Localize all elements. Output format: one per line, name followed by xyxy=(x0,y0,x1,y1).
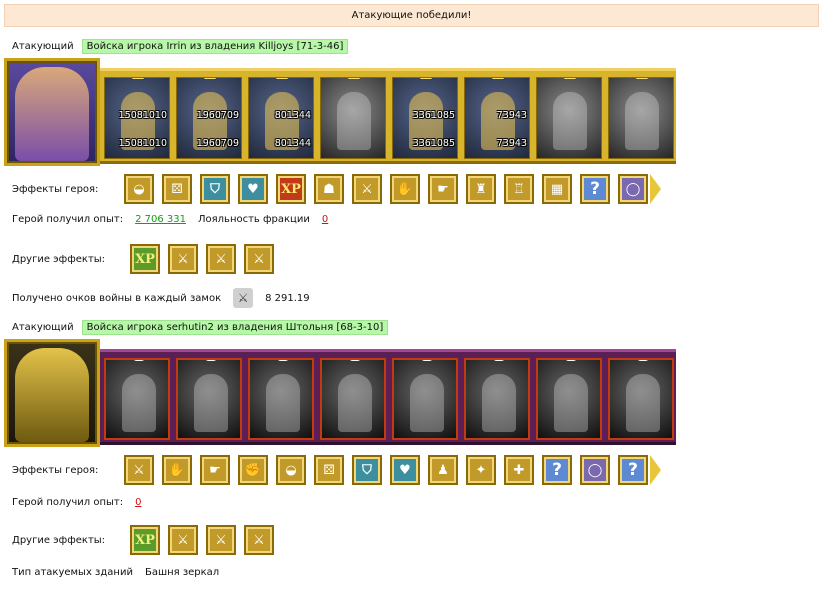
swords-icon: ⚔ xyxy=(233,288,254,308)
unit-slot[interactable] xyxy=(176,358,242,440)
building-type-value: Башня зеркал xyxy=(144,567,220,578)
sword-attack-icon[interactable]: ⚔ xyxy=(168,525,198,555)
loyalty-value[interactable]: 0 xyxy=(322,214,328,225)
unit-strip xyxy=(100,349,676,445)
sword-attack-icon[interactable]: ⚔ xyxy=(168,244,198,274)
xp-line: Герой получил опыт: 2 706 331 Лояльность… xyxy=(12,214,329,225)
result-banner: Атакующие победили! xyxy=(4,4,819,27)
xp-icon[interactable]: XP xyxy=(130,525,160,555)
side-label: Атакующий xyxy=(12,40,74,52)
question-icon[interactable]: ? xyxy=(580,174,610,204)
sword-attack-icon[interactable]: ⚔ xyxy=(244,525,274,555)
war-points-value: 8 291.19 xyxy=(265,292,310,304)
armor-icon[interactable]: ♟ xyxy=(428,455,458,485)
side-label: Атакующий xyxy=(12,321,74,333)
unit-slot[interactable] xyxy=(320,77,386,159)
handshake-icon[interactable]: ✋ xyxy=(162,455,192,485)
unit-slot[interactable] xyxy=(392,358,458,440)
dice-icon[interactable]: ⚄ xyxy=(162,174,192,204)
scroll-right-arrow[interactable] xyxy=(650,455,661,485)
hero-effects-label: Эффекты героя: xyxy=(12,183,99,195)
shield-heart-icon[interactable]: ♥ xyxy=(238,174,268,204)
hat-icon[interactable]: ◒ xyxy=(276,455,306,485)
hand-icon[interactable]: ☛ xyxy=(428,174,458,204)
army2-lineup xyxy=(4,337,676,449)
sword-attack-icon[interactable]: ⚔ xyxy=(206,244,236,274)
unit-slot[interactable]: 3361085 3361085 xyxy=(392,77,458,159)
sword-attack-icon[interactable]: ⚔ xyxy=(206,525,236,555)
shield-heart-icon[interactable]: ♥ xyxy=(390,455,420,485)
castle-icon[interactable]: ♖ xyxy=(504,174,534,204)
unit-slot[interactable] xyxy=(536,358,602,440)
hero-effects-row: Эффекты героя: ⚔ ✋ ☛ ✊ ◒ ⚄ ⛉ ♥ ♟ ✦ ✚ ? ◯… xyxy=(12,455,661,485)
xp-value[interactable]: 2 706 331 xyxy=(135,214,186,225)
fist-icon[interactable]: ✊ xyxy=(238,455,268,485)
tower-icon[interactable]: ♜ xyxy=(466,174,496,204)
question-icon[interactable]: ? xyxy=(542,455,572,485)
ring-icon[interactable]: ◯ xyxy=(618,174,648,204)
hand-icon[interactable]: ☛ xyxy=(200,455,230,485)
army-title: Войска игрока serhutin2 из владения Штол… xyxy=(81,319,389,335)
xp-icon[interactable]: XP xyxy=(130,244,160,274)
unit-slot[interactable]: 15081010 15081010 xyxy=(104,77,170,159)
army-title: Войска игрока Irrin из владения Killjoys… xyxy=(81,38,349,54)
unit-slot[interactable] xyxy=(320,358,386,440)
ring-icon[interactable]: ◯ xyxy=(580,455,610,485)
building-type-line: Тип атакуемых зданий Башня зеркал xyxy=(12,567,220,578)
fort-icon[interactable]: ▦ xyxy=(542,174,572,204)
sword-attack-icon[interactable]: ⚔ xyxy=(244,244,274,274)
army1-lineup: 15081010 15081010 1960709 1960709 801344 80… xyxy=(4,56,676,168)
other-effects-row: Другие эффекты: XP ⚔ ⚔ ⚔ xyxy=(12,244,274,274)
handshake-icon[interactable]: ✋ xyxy=(390,174,420,204)
star-icon[interactable]: ✦ xyxy=(466,455,496,485)
unit-slot[interactable] xyxy=(464,358,530,440)
unit-slot[interactable] xyxy=(608,358,674,440)
unit-slot[interactable]: 73943 73943 xyxy=(464,77,530,159)
unit-slot[interactable] xyxy=(536,77,602,159)
other-effects-row: Другие эффекты: XP ⚔ ⚔ ⚔ xyxy=(12,525,274,555)
xp-value[interactable]: 0 xyxy=(135,497,141,508)
hero-effects-row: Эффекты героя: ◒ ⚄ ⛉ ♥ XP ☗ ⚔ ✋ ☛ ♜ ♖ ▦ … xyxy=(12,174,661,204)
cross-icon[interactable]: ✚ xyxy=(504,455,534,485)
hat-icon[interactable]: ◒ xyxy=(124,174,154,204)
hero-portrait[interactable] xyxy=(4,339,100,447)
unit-slot[interactable]: 1960709 1960709 xyxy=(176,77,242,159)
army1-header: Атакующий Войска игрока Irrin из владени… xyxy=(12,38,349,54)
question-icon[interactable]: ? xyxy=(618,455,648,485)
sword-icon[interactable]: ⚔ xyxy=(352,174,382,204)
scroll-right-arrow[interactable] xyxy=(650,174,661,204)
unit-slot[interactable] xyxy=(248,358,314,440)
xp-icon[interactable]: XP xyxy=(276,174,306,204)
unit-strip: 15081010 15081010 1960709 1960709 801344 80… xyxy=(100,68,676,164)
unit-xp-icon[interactable]: ☗ xyxy=(314,174,344,204)
dice-icon[interactable]: ⚄ xyxy=(314,455,344,485)
unit-slot[interactable] xyxy=(608,77,674,159)
war-points-line: Получено очков войны в каждый замок ⚔ 8 … xyxy=(12,288,310,308)
army2-header: Атакующий Войска игрока serhutin2 из вла… xyxy=(12,319,389,335)
hero-portrait[interactable] xyxy=(4,58,100,166)
shield-icon[interactable]: ⛉ xyxy=(200,174,230,204)
shield-icon[interactable]: ⛉ xyxy=(352,455,382,485)
unit-slot[interactable]: 801344 801344 xyxy=(248,77,314,159)
xp-line: Герой получил опыт: 0 xyxy=(12,497,142,508)
unit-slot[interactable] xyxy=(104,358,170,440)
sword-icon[interactable]: ⚔ xyxy=(124,455,154,485)
